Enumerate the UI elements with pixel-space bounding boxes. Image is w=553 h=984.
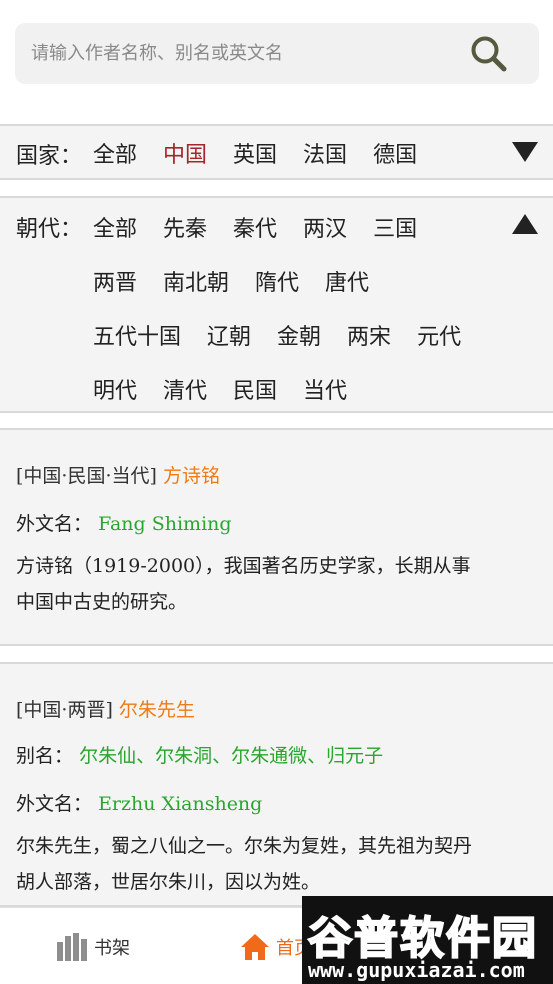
- dynasty-filter: 朝代： 全部 先秦 秦代 两汉 三国 两晋 南北朝 隋代 唐代 五代十国 辽朝 …: [0, 196, 553, 413]
- author-name[interactable]: 方诗铭: [163, 465, 220, 487]
- dynasty-filter-label: 朝代：: [16, 217, 83, 242]
- dynasty-option[interactable]: 两晋: [93, 265, 137, 297]
- watermark-title: 谷普软件园: [307, 912, 538, 965]
- watermark-url: www.gupuxiazai.com: [308, 958, 525, 982]
- country-filter: 国家： 全部 中国 英国 法国 德国: [0, 124, 553, 180]
- dynasty-option[interactable]: 清代: [163, 373, 207, 405]
- country-filter-label: 国家：: [16, 144, 83, 169]
- author-tags: [中国·民国·当代]: [16, 465, 157, 487]
- dynasty-options: 全部 先秦 秦代 两汉 三国 两晋 南北朝 隋代 唐代 五代十国 辽朝 金朝 两…: [93, 200, 513, 416]
- author-description: 方诗铭（1919-2000），我国著名历史学家，长期从事 中国中古史的研究。: [16, 548, 471, 620]
- dynasty-option[interactable]: 唐代: [325, 265, 369, 297]
- description-line: 中国中古史的研究。: [16, 591, 188, 613]
- country-option-uk[interactable]: 英国: [233, 137, 277, 169]
- dynasty-option[interactable]: 隋代: [255, 265, 299, 297]
- description-line: 方诗铭（1919-2000），我国著名历史学家，长期从事: [16, 555, 471, 577]
- dynasty-option[interactable]: 三国: [373, 211, 417, 243]
- author-tags: [中国·两晋]: [16, 699, 113, 721]
- dynasty-option[interactable]: 南北朝: [163, 265, 229, 297]
- foreign-name: Erzhu Xiansheng: [98, 793, 263, 815]
- search-input[interactable]: [31, 37, 451, 69]
- country-options: 全部 中国 英国 法国 德国: [93, 126, 513, 180]
- country-option-all[interactable]: 全部: [93, 137, 137, 169]
- author-alias-row: 别名： 尔朱仙、尔朱洞、尔朱通微、归元子: [16, 744, 383, 768]
- author-header: [中国·民国·当代] 方诗铭: [16, 464, 220, 488]
- alias-list: 尔朱仙、尔朱洞、尔朱通微、归元子: [79, 745, 384, 767]
- country-option-germany[interactable]: 德国: [373, 137, 417, 169]
- author-description: 尔朱先生，蜀之八仙之一。尔朱为复姓，其先祖为契丹 胡人部落，世居尔朱川，因以为姓…: [16, 828, 472, 900]
- dynasty-option[interactable]: 先秦: [163, 211, 207, 243]
- dynasty-option[interactable]: 金朝: [277, 319, 321, 351]
- dynasty-option[interactable]: 五代十国: [93, 319, 181, 351]
- dynasty-option[interactable]: 全部: [93, 211, 137, 243]
- author-card[interactable]: [中国·民国·当代] 方诗铭 外文名： Fang Shiming 方诗铭（191…: [0, 428, 553, 646]
- watermark: 谷普软件园 www.gupuxiazai.com: [302, 896, 553, 984]
- dynasty-option[interactable]: 明代: [93, 373, 137, 405]
- foreign-name: Fang Shiming: [98, 513, 232, 535]
- foreign-name-label: 外文名：: [16, 793, 93, 815]
- tab-bookshelf[interactable]: 书架: [56, 908, 130, 984]
- dynasty-option[interactable]: 两汉: [303, 211, 347, 243]
- home-icon: [241, 933, 269, 960]
- country-option-france[interactable]: 法国: [303, 137, 347, 169]
- description-line: 胡人部落，世居尔朱川，因以为姓。: [16, 871, 321, 893]
- author-foreign-name-row: 外文名： Erzhu Xiansheng: [16, 792, 262, 816]
- author-name[interactable]: 尔朱先生: [119, 699, 195, 721]
- description-line: 尔朱先生，蜀之八仙之一。尔朱为复姓，其先祖为契丹: [16, 835, 473, 857]
- author-foreign-name-row: 外文名： Fang Shiming: [16, 512, 232, 536]
- dynasty-option[interactable]: 元代: [417, 319, 461, 351]
- expand-down-icon[interactable]: [511, 140, 539, 164]
- search-bar: [15, 23, 539, 84]
- dynasty-option[interactable]: 当代: [303, 373, 347, 405]
- search-icon[interactable]: [469, 34, 509, 74]
- dynasty-option[interactable]: 辽朝: [207, 319, 251, 351]
- foreign-name-label: 外文名：: [16, 513, 93, 535]
- country-option-china[interactable]: 中国: [163, 137, 207, 169]
- dynasty-option[interactable]: 民国: [233, 373, 277, 405]
- author-header: [中国·两晋] 尔朱先生: [16, 698, 195, 722]
- author-card[interactable]: [中国·两晋] 尔朱先生 别名： 尔朱仙、尔朱洞、尔朱通微、归元子 外文名： E…: [0, 662, 553, 907]
- tab-bookshelf-label: 书架: [94, 937, 130, 959]
- dynasty-option[interactable]: 秦代: [233, 211, 277, 243]
- dynasty-option[interactable]: 两宋: [347, 319, 391, 351]
- collapse-up-icon[interactable]: [511, 212, 539, 236]
- bookshelf-icon: [57, 932, 87, 961]
- alias-label: 别名：: [16, 745, 74, 767]
